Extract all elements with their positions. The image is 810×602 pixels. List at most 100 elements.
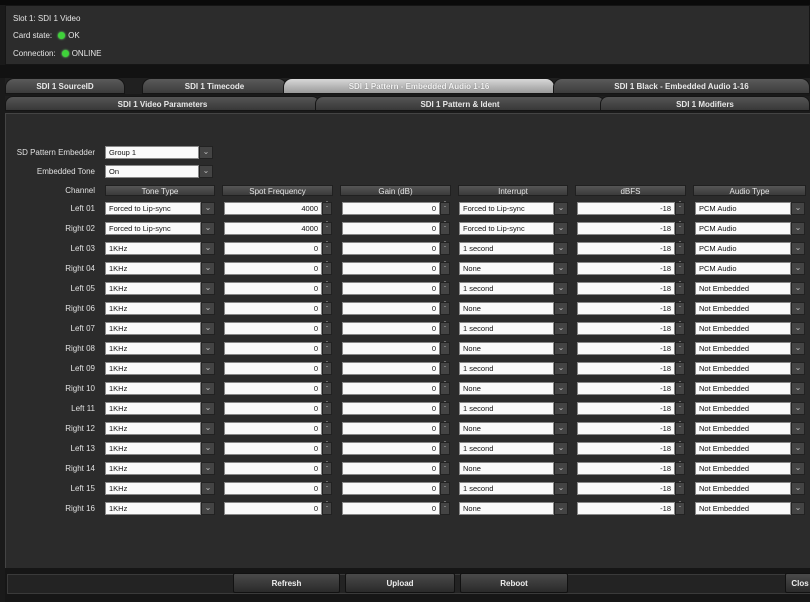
dbfs-value[interactable]: -18 [577,422,675,435]
chevron-down-icon[interactable]: ⌄ [791,282,805,295]
chevron-down-icon[interactable]: ⌄ [791,222,805,235]
stepper-arrows-icon[interactable]: ˆˇ [322,282,332,295]
gain-value[interactable]: 0 [342,222,440,235]
chevron-down-icon[interactable]: ⌄ [201,202,215,215]
stepper-arrows-icon[interactable]: ˆˇ [675,322,685,335]
gain-value[interactable]: 0 [342,502,440,515]
stepper-arrows-icon[interactable]: ˆˇ [322,442,332,455]
tab-sdi1-timecode[interactable]: SDI 1 Timecode [142,78,287,94]
stepper-arrows-icon[interactable]: ˆˇ [322,362,332,375]
audio-type-select[interactable]: Not Embedded ⌄ [695,442,805,455]
chevron-down-icon[interactable]: ⌄ [201,242,215,255]
stepper-arrows-icon[interactable]: ˆˇ [675,382,685,395]
interrupt-select[interactable]: Forced to Lip-sync ⌄ [459,202,568,215]
gain-spinbox[interactable]: 0 ˆˇ [342,322,450,335]
spot-frequency-value[interactable]: 0 [224,362,322,375]
stepper-arrows-icon[interactable]: ˆˇ [322,202,332,215]
chevron-down-icon[interactable]: ⌄ [791,262,805,275]
spot-frequency-value[interactable]: 0 [224,242,322,255]
gain-value[interactable]: 0 [342,282,440,295]
interrupt-select[interactable]: None ⌄ [459,462,568,475]
tone-type-select[interactable]: 1KHz ⌄ [105,382,215,395]
stepper-arrows-icon[interactable]: ˆˇ [440,282,450,295]
audio-type-select[interactable]: Not Embedded ⌄ [695,382,805,395]
spot-frequency-value[interactable]: 0 [224,482,322,495]
chevron-down-icon[interactable]: ⌄ [554,302,568,315]
chevron-down-icon[interactable]: ⌄ [554,402,568,415]
chevron-down-icon[interactable]: ⌄ [201,342,215,355]
audio-type-select[interactable]: Not Embedded ⌄ [695,482,805,495]
spot-frequency-value[interactable]: 0 [224,402,322,415]
upload-button[interactable]: Upload [345,573,455,593]
tone-type-select[interactable]: 1KHz ⌄ [105,242,215,255]
reboot-button[interactable]: Reboot [460,573,568,593]
interrupt-select[interactable]: 1 second ⌄ [459,322,568,335]
dbfs-value[interactable]: -18 [577,442,675,455]
stepper-arrows-icon[interactable]: ˆˇ [440,422,450,435]
audio-type-select[interactable]: PCM Audio ⌄ [695,262,805,275]
spot-frequency-value[interactable]: 0 [224,282,322,295]
gain-spinbox[interactable]: 0 ˆˇ [342,482,450,495]
gain-value[interactable]: 0 [342,242,440,255]
chevron-down-icon[interactable]: ⌄ [791,462,805,475]
dbfs-value[interactable]: -18 [577,222,675,235]
dbfs-spinbox[interactable]: -18 ˆˇ [577,262,685,275]
chevron-down-icon[interactable]: ⌄ [791,322,805,335]
stepper-arrows-icon[interactable]: ˆˇ [322,462,332,475]
chevron-down-icon[interactable]: ⌄ [554,382,568,395]
chevron-down-icon[interactable]: ⌄ [791,402,805,415]
stepper-arrows-icon[interactable]: ˆˇ [675,422,685,435]
gain-spinbox[interactable]: 0 ˆˇ [342,402,450,415]
tone-type-select[interactable]: 1KHz ⌄ [105,362,215,375]
tone-type-select[interactable]: 1KHz ⌄ [105,462,215,475]
chevron-down-icon[interactable]: ⌄ [554,482,568,495]
stepper-arrows-icon[interactable]: ˆˇ [322,262,332,275]
gain-value[interactable]: 0 [342,442,440,455]
gain-spinbox[interactable]: 0 ˆˇ [342,382,450,395]
stepper-arrows-icon[interactable]: ˆˇ [440,242,450,255]
chevron-down-icon[interactable]: ⌄ [791,242,805,255]
chevron-down-icon[interactable]: ⌄ [201,262,215,275]
spot-frequency-spinbox[interactable]: 0 ˆˇ [224,422,332,435]
audio-type-select[interactable]: Not Embedded ⌄ [695,502,805,515]
gain-value[interactable]: 0 [342,202,440,215]
spot-frequency-value[interactable]: 4000 [224,202,322,215]
chevron-down-icon[interactable]: ⌄ [791,422,805,435]
spot-frequency-spinbox[interactable]: 4000 ˆˇ [224,222,332,235]
stepper-arrows-icon[interactable]: ˆˇ [322,502,332,515]
tone-type-select[interactable]: Forced to Lip-sync ⌄ [105,202,215,215]
stepper-arrows-icon[interactable]: ˆˇ [675,462,685,475]
dbfs-spinbox[interactable]: -18 ˆˇ [577,502,685,515]
dbfs-spinbox[interactable]: -18 ˆˇ [577,282,685,295]
gain-value[interactable]: 0 [342,362,440,375]
spot-frequency-spinbox[interactable]: 0 ˆˇ [224,462,332,475]
interrupt-select[interactable]: None ⌄ [459,382,568,395]
gain-value[interactable]: 0 [342,322,440,335]
spot-frequency-value[interactable]: 0 [224,422,322,435]
chevron-down-icon[interactable]: ⌄ [791,362,805,375]
chevron-down-icon[interactable]: ⌄ [554,502,568,515]
chevron-down-icon[interactable]: ⌄ [201,462,215,475]
stepper-arrows-icon[interactable]: ˆˇ [440,402,450,415]
gain-spinbox[interactable]: 0 ˆˇ [342,262,450,275]
interrupt-select[interactable]: None ⌄ [459,302,568,315]
dbfs-spinbox[interactable]: -18 ˆˇ [577,382,685,395]
spot-frequency-value[interactable]: 0 [224,342,322,355]
audio-type-select[interactable]: Not Embedded ⌄ [695,322,805,335]
refresh-button[interactable]: Refresh [233,573,340,593]
gain-spinbox[interactable]: 0 ˆˇ [342,342,450,355]
dbfs-spinbox[interactable]: -18 ˆˇ [577,442,685,455]
tone-type-select[interactable]: 1KHz ⌄ [105,342,215,355]
spot-frequency-spinbox[interactable]: 4000 ˆˇ [224,202,332,215]
gain-value[interactable]: 0 [342,302,440,315]
chevron-down-icon[interactable]: ⌄ [791,502,805,515]
spot-frequency-value[interactable]: 0 [224,322,322,335]
chevron-down-icon[interactable]: ⌄ [554,262,568,275]
chevron-down-icon[interactable]: ⌄ [199,146,213,159]
gain-value[interactable]: 0 [342,422,440,435]
spot-frequency-value[interactable]: 4000 [224,222,322,235]
stepper-arrows-icon[interactable]: ˆˇ [440,302,450,315]
dbfs-spinbox[interactable]: -18 ˆˇ [577,322,685,335]
chevron-down-icon[interactable]: ⌄ [201,382,215,395]
dbfs-value[interactable]: -18 [577,302,675,315]
